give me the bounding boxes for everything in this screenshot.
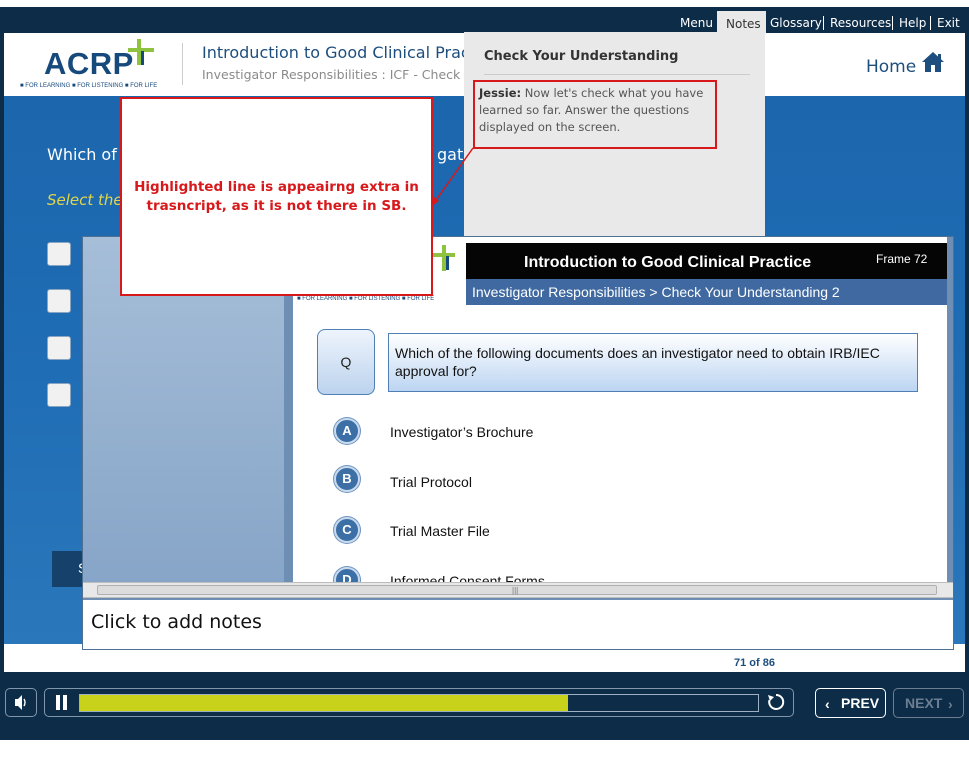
next-label: NEXT — [905, 695, 943, 711]
question-text-start: Which of — [47, 145, 117, 164]
review-highlight-box — [473, 80, 717, 149]
option-b-label[interactable]: Trial Protocol — [390, 474, 472, 490]
help-link[interactable]: Help — [899, 16, 926, 30]
chevron-right-icon: › — [948, 696, 953, 712]
option-a-label[interactable]: Investigator’s Brochure — [390, 424, 533, 440]
replay-icon[interactable] — [766, 692, 786, 712]
next-button[interactable]: NEXT › — [893, 688, 964, 718]
horizontal-scrollbar[interactable]: ||| — [83, 582, 953, 598]
slide-subtitle: Investigator Responsibilities > Check Yo… — [472, 284, 840, 300]
prev-button[interactable]: ‹ PREV — [815, 688, 886, 718]
logo-cross-icon — [128, 39, 154, 65]
prev-label: PREV — [841, 695, 880, 711]
glossary-link[interactable]: Glossary — [770, 16, 822, 30]
notes-divider — [484, 74, 750, 75]
menu-link[interactable]: Menu — [680, 16, 713, 30]
answer-checkbox[interactable] — [47, 242, 71, 266]
answer-checkbox[interactable] — [47, 289, 71, 313]
review-comment-callout: Highlighted line is appeairng extra in t… — [120, 97, 433, 296]
logo-cross-icon — [433, 245, 455, 271]
progress-fill — [80, 695, 569, 711]
slide-subtitle-bar: Investigator Responsibilities > Check Yo… — [466, 279, 947, 305]
answer-checkbox[interactable] — [47, 336, 71, 360]
page-counter: 71 of 86 — [734, 657, 775, 669]
frame-label: Frame 72 — [876, 252, 928, 266]
volume-button[interactable] — [5, 688, 37, 717]
exit-link[interactable]: Exit — [937, 16, 960, 30]
option-c-badge[interactable]: C — [334, 517, 360, 543]
speaker-icon — [15, 695, 26, 710]
nav-divider — [892, 16, 893, 30]
course-title: Introduction to Good Clinical Practice — [202, 43, 500, 62]
acrp-logo: ACRP — [44, 46, 134, 81]
answer-checkbox[interactable] — [47, 383, 71, 407]
pause-button[interactable] — [54, 695, 70, 711]
home-icon[interactable] — [921, 51, 945, 73]
option-c-label[interactable]: Trial Master File — [390, 523, 490, 539]
chevron-left-icon: ‹ — [825, 696, 830, 712]
slide-title: Introduction to Good Clinical Practice — [524, 254, 812, 271]
slide-preview-window: ■ FOR LEARNING ■ FOR LISTENING ■ FOR LIF… — [82, 236, 954, 650]
slide-title-bar: Introduction to Good Clinical Practice F… — [466, 243, 947, 279]
select-hint: Select the — [47, 191, 123, 209]
nav-divider — [930, 16, 931, 30]
add-notes-field[interactable]: Click to add notes — [83, 600, 953, 649]
nav-divider — [823, 16, 824, 30]
option-a-badge[interactable]: A — [334, 418, 360, 444]
resources-link[interactable]: Resources — [830, 16, 891, 30]
scrollbar-thumb[interactable]: ||| — [97, 585, 937, 595]
notes-heading: Check Your Understanding — [484, 49, 679, 64]
header-divider — [182, 43, 183, 85]
progress-bar[interactable] — [79, 694, 759, 712]
option-d-badge[interactable]: D — [334, 567, 360, 582]
question-badge: Q — [317, 329, 375, 395]
logo-tagline: ■ FOR LEARNING ■ FOR LISTENING ■ FOR LIF… — [20, 83, 158, 89]
option-d-label[interactable]: Informed Consent Forms — [390, 573, 545, 582]
slide-logo-tagline: ■ FOR LEARNING ■ FOR LISTENING ■ FOR LIF… — [297, 296, 435, 302]
option-b-badge[interactable]: B — [334, 466, 360, 492]
home-link[interactable]: Home — [866, 57, 916, 77]
scroll-grip-icon: ||| — [512, 586, 519, 595]
question-box: Which of the following documents does an… — [388, 333, 918, 392]
